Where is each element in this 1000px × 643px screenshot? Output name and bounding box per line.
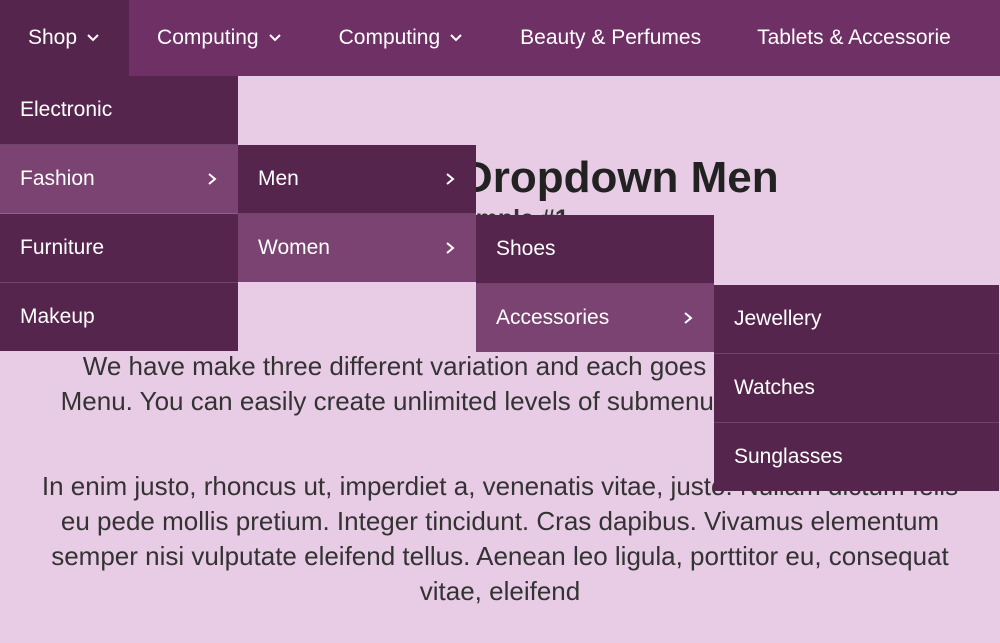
dropdown-level-3: Shoes Accessories — [476, 215, 714, 352]
dropdown-item-sunglasses[interactable]: Sunglasses — [714, 423, 999, 491]
chevron-right-icon — [682, 311, 694, 325]
nav-computing-1[interactable]: Computing — [129, 0, 311, 76]
nav-tablets[interactable]: Tablets & Accessorie — [729, 0, 979, 76]
dropdown-item-label: Sunglasses — [734, 445, 843, 469]
nav-computing-2-label: Computing — [339, 26, 441, 50]
nav-tablets-label: Tablets & Accessorie — [757, 26, 951, 50]
navbar: Shop Computing Computing Beauty & Perfum… — [0, 0, 1000, 76]
dropdown-item-shoes[interactable]: Shoes — [476, 215, 714, 284]
dropdown-item-furniture[interactable]: Furniture — [0, 214, 238, 283]
dropdown-item-accessories[interactable]: Accessories — [476, 284, 714, 352]
dropdown-level-2: Men Women — [238, 145, 476, 282]
dropdown-item-label: Shoes — [496, 237, 556, 261]
dropdown-item-electronic[interactable]: Electronic — [0, 76, 238, 145]
nav-beauty-label: Beauty & Perfumes — [520, 26, 701, 50]
dropdown-item-jewellery[interactable]: Jewellery — [714, 285, 999, 354]
dropdown-item-label: Fashion — [20, 167, 95, 191]
dropdown-item-watches[interactable]: Watches — [714, 354, 999, 423]
dropdown-item-label: Watches — [734, 376, 815, 400]
chevron-down-icon — [85, 30, 101, 46]
dropdown-item-label: Jewellery — [734, 307, 822, 331]
nav-computing-1-label: Computing — [157, 26, 259, 50]
dropdown-item-label: Men — [258, 167, 299, 191]
dropdown-item-makeup[interactable]: Makeup — [0, 283, 238, 351]
nav-shop[interactable]: Shop — [0, 0, 129, 76]
nav-shop-label: Shop — [28, 26, 77, 50]
chevron-right-icon — [206, 172, 218, 186]
chevron-down-icon — [448, 30, 464, 46]
dropdown-item-fashion[interactable]: Fashion — [0, 145, 238, 214]
dropdown-item-label: Makeup — [20, 305, 95, 329]
chevron-right-icon — [444, 241, 456, 255]
chevron-down-icon — [267, 30, 283, 46]
dropdown-level-1: Electronic Fashion Furniture Makeup — [0, 76, 238, 351]
nav-beauty[interactable]: Beauty & Perfumes — [492, 0, 729, 76]
dropdown-item-label: Accessories — [496, 306, 609, 330]
dropdown-level-4: Jewellery Watches Sunglasses — [714, 285, 999, 491]
dropdown-item-label: Furniture — [20, 236, 104, 260]
dropdown-item-men[interactable]: Men — [238, 145, 476, 214]
nav-computing-2[interactable]: Computing — [311, 0, 493, 76]
chevron-right-icon — [444, 172, 456, 186]
dropdown-item-label: Electronic — [20, 98, 112, 122]
dropdown-item-label: Women — [258, 236, 330, 260]
dropdown-item-women[interactable]: Women — [238, 214, 476, 282]
